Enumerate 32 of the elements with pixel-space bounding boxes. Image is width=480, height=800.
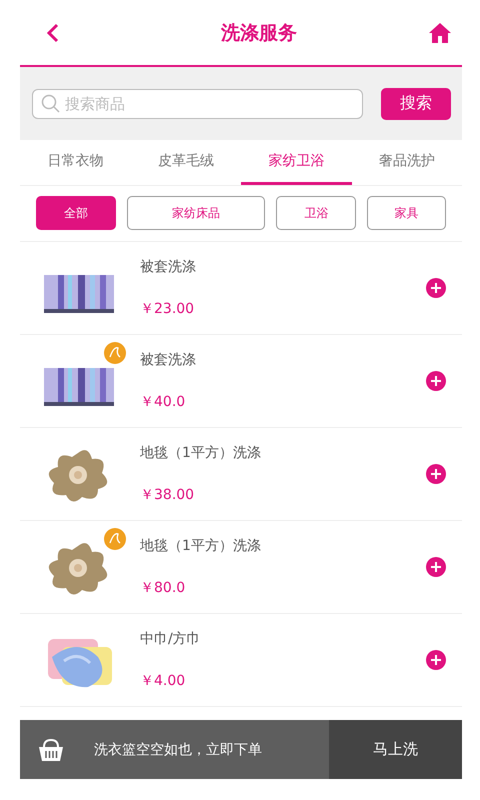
wash-now-button[interactable]: 马上洗 <box>329 720 462 779</box>
add-icon[interactable] <box>426 278 446 298</box>
add-icon[interactable] <box>426 464 446 484</box>
category-tab[interactable]: 奢品洗护 <box>352 140 462 185</box>
product-price: ￥80.0 <box>140 579 186 597</box>
filter-chip[interactable]: 家纺床品 <box>126 196 266 230</box>
add-icon[interactable] <box>426 371 446 391</box>
product-price: ￥4.00 <box>140 672 186 690</box>
category-tab[interactable]: 家纺卫浴 <box>241 140 352 185</box>
filter-chip[interactable]: 卫浴 <box>276 196 356 230</box>
back-icon[interactable] <box>46 22 60 42</box>
product-price: ￥23.00 <box>140 300 196 318</box>
category-tab[interactable]: 皮革毛绒 <box>130 140 241 185</box>
search-button[interactable]: 搜索 <box>381 88 451 120</box>
product-name: 被套洗涤 <box>140 258 197 276</box>
page-title: 洗涤服务 <box>221 20 297 46</box>
search-icon <box>41 94 61 114</box>
home-icon[interactable] <box>428 22 452 44</box>
product-price: ￥40.0 <box>140 393 186 411</box>
add-icon[interactable] <box>426 650 446 670</box>
search-field[interactable]: 搜索商品 <box>32 88 363 118</box>
filter-chip[interactable]: 家具 <box>367 196 446 230</box>
add-icon[interactable] <box>426 557 446 577</box>
filter-chip[interactable]: 全部 <box>36 196 116 230</box>
category-tab[interactable]: 日常衣物 <box>20 140 130 185</box>
product-name: 地毯（1平方）洗涤 <box>140 537 262 555</box>
product-name: 被套洗涤 <box>140 351 197 369</box>
basket-icon[interactable] <box>38 736 64 762</box>
product-price: ￥38.00 <box>140 486 196 504</box>
product-name: 地毯（1平方）洗涤 <box>140 444 262 462</box>
empty-cart-message: 洗衣篮空空如也，立即下单 <box>94 740 262 758</box>
product-name: 中巾/方巾 <box>140 630 202 648</box>
